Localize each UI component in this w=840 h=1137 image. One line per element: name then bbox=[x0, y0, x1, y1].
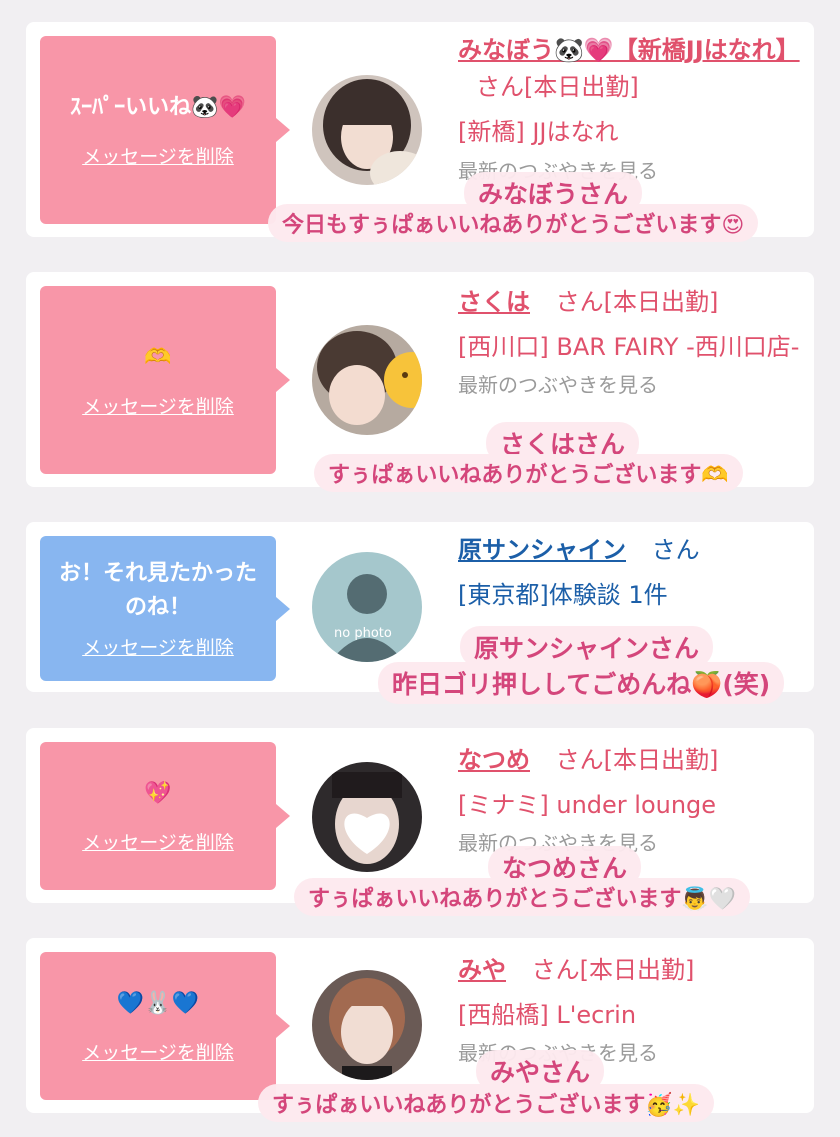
profile-info: さくは さん[本日出勤] [西川口] BAR FAIRY -西川口店- 最新のつ… bbox=[458, 284, 808, 401]
like-message-text: ｽｰﾊﾟｰいいね🐼💗 bbox=[70, 95, 246, 121]
profile-name-link[interactable]: なつめ bbox=[458, 746, 530, 774]
caption-message: 昨日ゴリ押ししてごめんね🍑(笑) bbox=[378, 662, 785, 704]
avatar[interactable] bbox=[312, 75, 422, 185]
profile-info: なつめ さん[本日出勤] [ミナミ] under lounge 最新のつぶやきを… bbox=[458, 742, 808, 859]
profile-location: [西船橋] L'ecrin bbox=[458, 1001, 637, 1030]
delete-message-link[interactable]: メッセージを削除 bbox=[82, 142, 234, 169]
latest-post-link[interactable]: 最新のつぶやきを見る bbox=[458, 370, 808, 401]
profile-suffix: さん[本日出勤] bbox=[555, 288, 719, 316]
like-message-text: お！それ見たかったのね！ bbox=[58, 560, 257, 620]
caption-message: すぅぱぁいいねありがとうございます🫶 bbox=[314, 454, 743, 492]
profile-info: 原サンシャイン さん [東京都]体験談 1件 bbox=[458, 532, 808, 614]
like-message-bubble: 💖 メッセージを削除 bbox=[40, 742, 290, 890]
profile-name-link[interactable]: 原サンシャイン bbox=[458, 536, 626, 564]
like-message-text: 💖 bbox=[144, 781, 172, 807]
profile-suffix: さん[本日出勤] bbox=[531, 956, 695, 984]
profile-location: [西川口] BAR FAIRY -西川口店- bbox=[458, 333, 800, 362]
like-message-bubble: 💙🐰💙 メッセージを削除 bbox=[40, 952, 290, 1100]
caption-message: すぅぱぁいいねありがとうございます🥳✨ bbox=[258, 1084, 715, 1122]
avatar[interactable]: no photo bbox=[312, 552, 422, 662]
avatar[interactable] bbox=[312, 762, 422, 872]
profile-location: [新橋] JJはなれ bbox=[458, 118, 619, 147]
avatar[interactable] bbox=[312, 970, 422, 1080]
profile-name-link[interactable]: みなぼう🐼💗【新橋JJはなれ】 bbox=[458, 36, 800, 64]
profile-suffix: さん bbox=[651, 536, 700, 564]
like-message-text: 🫶 bbox=[144, 345, 172, 371]
like-message-bubble: お！それ見たかったのね！ メッセージを削除 bbox=[40, 536, 290, 681]
avatar[interactable] bbox=[312, 325, 422, 435]
profile-suffix: さん[本日出勤] bbox=[555, 746, 719, 774]
delete-message-link[interactable]: メッセージを削除 bbox=[82, 1038, 234, 1065]
delete-message-link[interactable]: メッセージを削除 bbox=[82, 392, 234, 419]
profile-suffix: さん[本日出勤] bbox=[476, 73, 639, 102]
like-message-bubble: 🫶 メッセージを削除 bbox=[40, 286, 290, 474]
delete-message-link[interactable]: メッセージを削除 bbox=[82, 828, 234, 855]
delete-message-link[interactable]: メッセージを削除 bbox=[82, 633, 234, 660]
profile-location: [ミナミ] under lounge bbox=[458, 791, 717, 820]
no-photo-label: no photo bbox=[334, 626, 392, 641]
caption-message: 今日もすぅぱぁいいねありがとうございます😍 bbox=[268, 204, 759, 242]
profile-name-link[interactable]: さくは bbox=[458, 288, 530, 316]
like-card: 💖 メッセージを削除 なつめ さん[本日出勤] [ミナミ] under loun… bbox=[26, 728, 814, 903]
like-message-bubble: ｽｰﾊﾟｰいいね🐼💗 メッセージを削除 bbox=[40, 36, 290, 224]
like-message-text: 💙🐰💙 bbox=[116, 991, 200, 1017]
profile-location: [東京都]体験談 1件 bbox=[458, 581, 668, 610]
caption-message: すぅぱぁいいねありがとうございます👼🤍 bbox=[294, 878, 751, 916]
profile-info: みなぼう🐼💗【新橋JJはなれ】 さん[本日出勤] [新橋] JJはなれ 最新のつ… bbox=[458, 32, 808, 187]
profile-name-link[interactable]: みや bbox=[458, 956, 506, 984]
